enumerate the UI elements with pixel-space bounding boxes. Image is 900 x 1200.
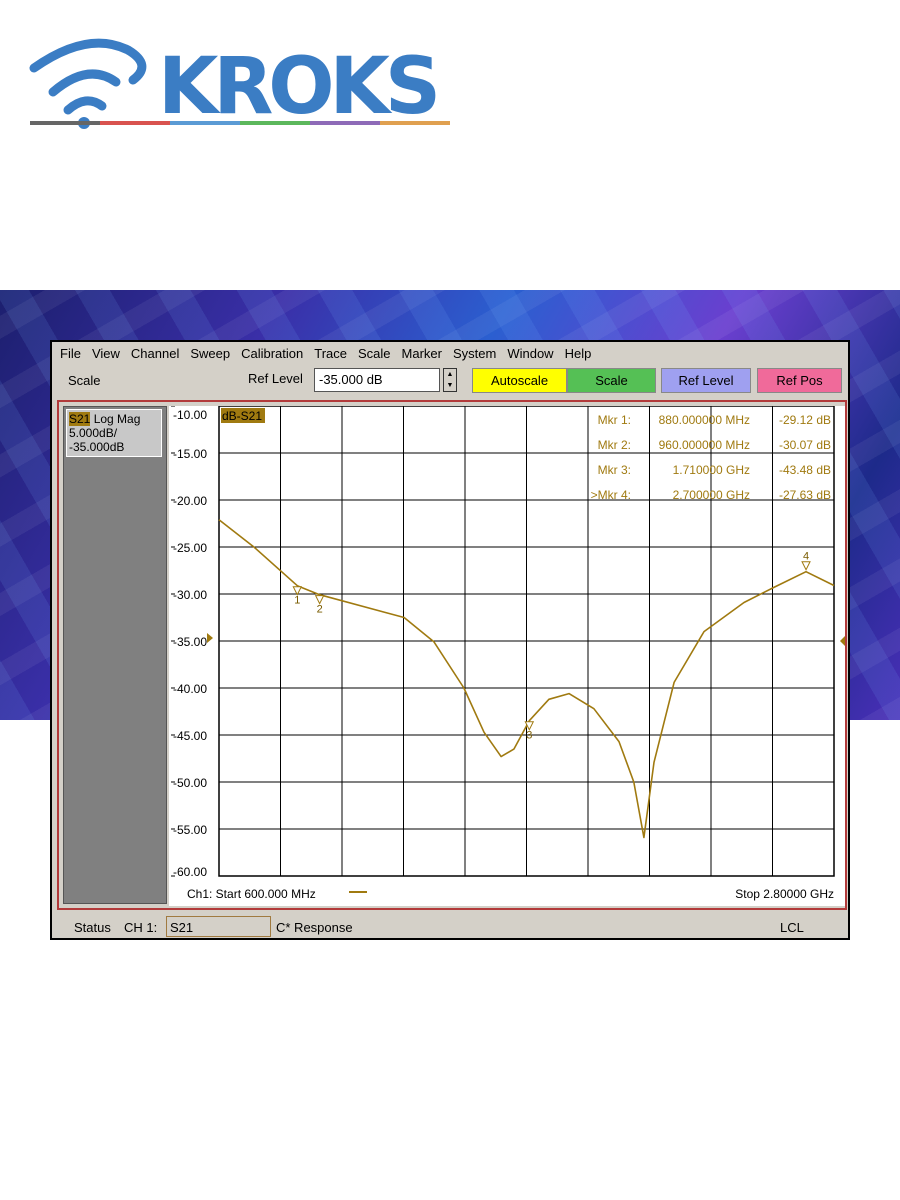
- menu-file[interactable]: File: [60, 346, 81, 361]
- y-tick-label: -55.00: [173, 823, 207, 837]
- marker-value: -29.12 dB: [779, 413, 831, 427]
- toolbar-section-label: Scale: [68, 373, 101, 388]
- marker-value: -43.48 dB: [779, 463, 831, 477]
- marker-label: Mkr 3:: [598, 463, 631, 477]
- ref-level-button[interactable]: Ref Level: [661, 368, 751, 393]
- trace-scale: 5.000dB/: [69, 426, 118, 440]
- status-param: S21: [166, 916, 271, 937]
- status-bar: Status CH 1: S21 C* Response LCL: [52, 914, 848, 940]
- vna-window: File View Channel Sweep Calibration Trace Scal…: [50, 340, 850, 940]
- ref-pos-button[interactable]: Ref Pos: [757, 368, 842, 393]
- ref-level-spinner[interactable]: ▲ ▼: [443, 368, 457, 392]
- y-tick-label: -25.00: [173, 541, 207, 555]
- trace-sidebar: S21 Log Mag 5.000dB/ -35.000dB: [63, 406, 167, 904]
- marker-value: -27.63 dB: [779, 488, 831, 502]
- status-channel: CH 1:: [124, 920, 158, 935]
- y-tick-label: -45.00: [173, 729, 207, 743]
- scale-button[interactable]: Scale: [567, 368, 656, 393]
- y-tick-label: -15.00: [173, 447, 207, 461]
- marker-label: Mkr 2:: [598, 438, 631, 452]
- ref-level-label: Ref Level: [248, 371, 303, 386]
- trace-param: S21: [69, 412, 91, 426]
- kroks-logo: KROKS: [29, 38, 450, 130]
- menu-system[interactable]: System: [453, 346, 496, 361]
- ref-position-arrow-right: [840, 636, 845, 646]
- trace-title: dB-S21: [222, 409, 262, 423]
- y-tick-label: -10.00: [173, 408, 207, 422]
- y-tick-label: -60.00: [173, 865, 207, 879]
- y-tick-label: -30.00: [173, 588, 207, 602]
- y-tick-label: -35.00: [173, 635, 207, 649]
- marker-freq: 960.000000 MHz: [659, 438, 750, 452]
- menu-sweep[interactable]: Sweep: [190, 346, 230, 361]
- marker-label: Mkr 1:: [598, 413, 631, 427]
- trace-info-box[interactable]: S21 Log Mag 5.000dB/ -35.000dB: [66, 409, 162, 457]
- menu-window[interactable]: Window: [507, 346, 553, 361]
- menu-channel[interactable]: Channel: [131, 346, 179, 361]
- menu-trace[interactable]: Trace: [314, 346, 347, 361]
- status-response: C* Response: [276, 920, 353, 935]
- y-tick-label: -50.00: [173, 776, 207, 790]
- y-tick-label: -40.00: [173, 682, 207, 696]
- s21-chart: -10.00 -15.00 -20.00 -25.00 -30.00 -35.00 -40.…: [169, 406, 845, 906]
- menu-view[interactable]: View: [92, 346, 120, 361]
- marker-label: >Mkr 4:: [591, 488, 631, 502]
- ref-position-arrow-left: [207, 633, 213, 643]
- ref-level-input[interactable]: -35.000 dB: [314, 368, 440, 392]
- trace-ref: -35.000dB: [69, 440, 125, 454]
- marker-1-number: 1: [294, 595, 300, 607]
- y-tick-label: -20.00: [173, 494, 207, 508]
- status-mode: LCL: [780, 920, 804, 935]
- menu-bar: File View Channel Sweep Calibration Trace Scal…: [52, 342, 848, 364]
- channel-panel: S21 Log Mag 5.000dB/ -35.000dB -10.00 -15…: [57, 400, 847, 910]
- menu-help[interactable]: Help: [565, 346, 592, 361]
- menu-marker[interactable]: Marker: [402, 346, 442, 361]
- marker-freq: 2.700000 GHz: [673, 488, 750, 502]
- marker-4-number: 4: [803, 551, 809, 563]
- menu-scale[interactable]: Scale: [358, 346, 391, 361]
- status-label: Status: [74, 920, 111, 935]
- marker-3-number: 3: [526, 730, 532, 742]
- marker-freq: 880.000000 MHz: [659, 413, 750, 427]
- start-label: Ch1: Start 600.000 MHz: [187, 887, 316, 901]
- svg-text:KROKS: KROKS: [158, 42, 441, 130]
- marker-2-number: 2: [317, 604, 323, 616]
- trace-format: Log Mag: [93, 412, 141, 426]
- marker-freq: 1.710000 GHz: [673, 463, 750, 477]
- stop-label: Stop 2.80000 GHz: [735, 887, 834, 901]
- marker-value: -30.07 dB: [779, 438, 831, 452]
- toolbar: Scale Ref Level -35.000 dB ▲ ▼ Autoscale …: [52, 366, 848, 396]
- autoscale-button[interactable]: Autoscale: [472, 368, 567, 393]
- menu-calibration[interactable]: Calibration: [241, 346, 303, 361]
